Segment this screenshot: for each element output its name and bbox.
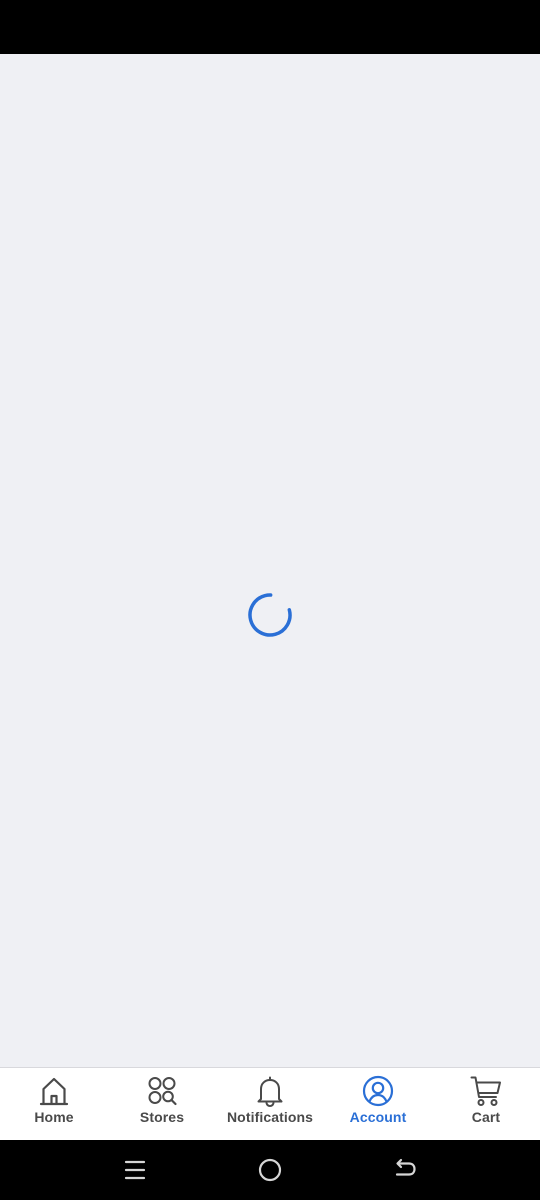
loading-spinner bbox=[247, 592, 293, 638]
nav-item-account[interactable]: Account bbox=[324, 1068, 432, 1140]
recents-icon[interactable] bbox=[119, 1154, 151, 1186]
cart-icon bbox=[470, 1076, 501, 1106]
bell-icon bbox=[257, 1076, 283, 1108]
system-navigation-bar bbox=[0, 1140, 540, 1200]
nav-item-cart[interactable]: Cart bbox=[432, 1068, 540, 1140]
stores-icon bbox=[148, 1077, 177, 1106]
status-bar bbox=[0, 0, 540, 54]
nav-label-home: Home bbox=[34, 1109, 74, 1125]
main-content bbox=[0, 54, 540, 1067]
account-icon bbox=[362, 1075, 394, 1107]
nav-label-stores: Stores bbox=[139, 1109, 185, 1125]
nav-item-home[interactable]: Home bbox=[0, 1068, 108, 1140]
nav-label-notifications: Notifications bbox=[226, 1109, 314, 1125]
nav-label-cart: Cart bbox=[471, 1109, 501, 1125]
back-icon[interactable] bbox=[389, 1154, 421, 1186]
nav-label-account: Account bbox=[349, 1109, 407, 1125]
home-circle-icon[interactable] bbox=[254, 1154, 286, 1186]
home-icon bbox=[39, 1077, 69, 1106]
nav-item-stores[interactable]: Stores bbox=[108, 1068, 216, 1140]
bottom-navigation: Home Stores Notifications Account Cart bbox=[0, 1067, 540, 1140]
nav-item-notifications[interactable]: Notifications bbox=[216, 1068, 324, 1140]
